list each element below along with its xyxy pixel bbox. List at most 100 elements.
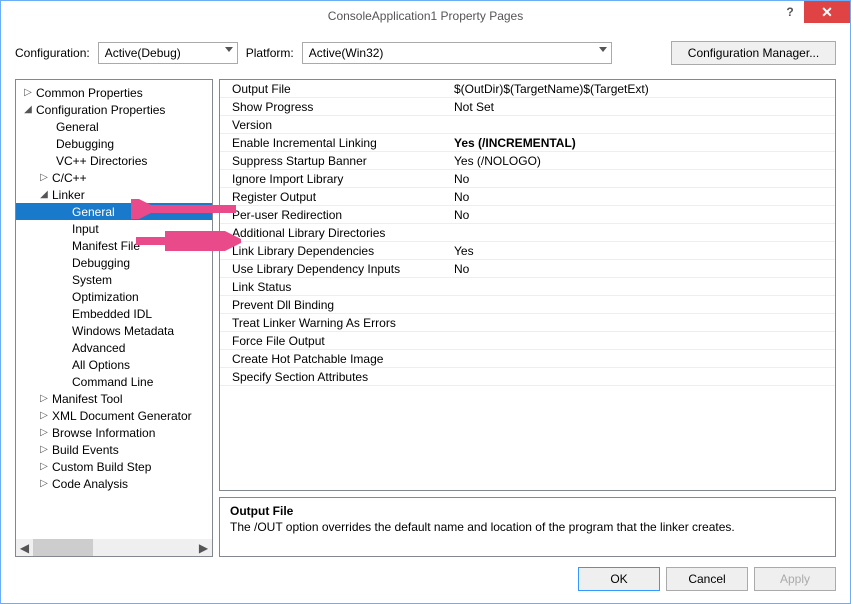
combo-configuration-value: Active(Debug) — [105, 46, 181, 60]
property-name: Create Hot Patchable Image — [220, 352, 450, 366]
property-name: Prevent Dll Binding — [220, 298, 450, 312]
property-row[interactable]: Enable Incremental LinkingYes (/INCREMEN… — [220, 134, 835, 152]
property-row[interactable]: Show ProgressNot Set — [220, 98, 835, 116]
property-row[interactable]: Additional Library Directories — [220, 224, 835, 242]
property-name: Link Library Dependencies — [220, 244, 450, 258]
description-panel: Output File The /OUT option overrides th… — [219, 497, 836, 557]
tree-item-ccpp[interactable]: ▷C/C++ — [16, 169, 212, 186]
property-name: Ignore Import Library — [220, 172, 450, 186]
tree-item-vc-directories[interactable]: VC++ Directories — [16, 152, 212, 169]
chevron-right-icon: ▷ — [38, 393, 50, 404]
window-controls: ? ✕ — [776, 1, 850, 23]
property-row[interactable]: Prevent Dll Binding — [220, 296, 835, 314]
property-row[interactable]: Output File$(OutDir)$(TargetName)$(Targe… — [220, 80, 835, 98]
tree-item-linker-input[interactable]: Input — [16, 220, 212, 237]
property-row[interactable]: Ignore Import LibraryNo — [220, 170, 835, 188]
close-button[interactable]: ✕ — [804, 1, 850, 23]
main-area: ▷Common Properties ◢Configuration Proper… — [1, 79, 850, 557]
chevron-right-icon: ▷ — [22, 87, 34, 98]
property-name: Suppress Startup Banner — [220, 154, 450, 168]
help-button[interactable]: ? — [776, 1, 804, 23]
property-name: Link Status — [220, 280, 450, 294]
configuration-manager-button[interactable]: Configuration Manager... — [671, 41, 836, 65]
property-row[interactable]: Treat Linker Warning As Errors — [220, 314, 835, 332]
property-row[interactable]: Register OutputNo — [220, 188, 835, 206]
scroll-thumb[interactable] — [33, 539, 93, 556]
scroll-right-icon[interactable]: ▶ — [195, 539, 212, 556]
description-body: The /OUT option overrides the default na… — [230, 520, 825, 534]
tree-item-linker-embedded-idl[interactable]: Embedded IDL — [16, 305, 212, 322]
tree-item-linker-windows-metadata[interactable]: Windows Metadata — [16, 322, 212, 339]
chevron-right-icon: ▷ — [38, 461, 50, 472]
tree-item-linker-optimization[interactable]: Optimization — [16, 288, 212, 305]
property-row[interactable]: Per-user RedirectionNo — [220, 206, 835, 224]
tree-item-manifest-tool[interactable]: ▷Manifest Tool — [16, 390, 212, 407]
tree-item-common-properties[interactable]: ▷Common Properties — [16, 84, 212, 101]
property-name: Output File — [220, 82, 450, 96]
property-name: Per-user Redirection — [220, 208, 450, 222]
tree-item-linker-command-line[interactable]: Command Line — [16, 373, 212, 390]
property-name: Register Output — [220, 190, 450, 204]
property-value[interactable]: Yes (/NOLOGO) — [450, 154, 835, 168]
property-value[interactable]: No — [450, 208, 835, 222]
titlebar: ConsoleApplication1 Property Pages ? ✕ — [1, 1, 850, 31]
tree-item-linker[interactable]: ◢Linker — [16, 186, 212, 203]
property-row[interactable]: Force File Output — [220, 332, 835, 350]
chevron-down-icon: ◢ — [22, 104, 34, 115]
property-row[interactable]: Link Library DependenciesYes — [220, 242, 835, 260]
tree-item-code-analysis[interactable]: ▷Code Analysis — [16, 475, 212, 492]
combo-platform[interactable]: Active(Win32) — [302, 42, 612, 64]
tree-item-configuration-properties[interactable]: ◢Configuration Properties — [16, 101, 212, 118]
tree-item-general[interactable]: General — [16, 118, 212, 135]
label-platform: Platform: — [246, 46, 294, 60]
tree-item-xml-document-generator[interactable]: ▷XML Document Generator — [16, 407, 212, 424]
property-name: Additional Library Directories — [220, 226, 450, 240]
property-row[interactable]: Specify Section Attributes — [220, 368, 835, 386]
right-panel: Output File$(OutDir)$(TargetName)$(Targe… — [219, 79, 836, 557]
property-row[interactable]: Version — [220, 116, 835, 134]
scroll-left-icon[interactable]: ◀ — [16, 539, 33, 556]
ok-button[interactable]: OK — [578, 567, 660, 591]
cancel-button[interactable]: Cancel — [666, 567, 748, 591]
tree-item-linker-debugging[interactable]: Debugging — [16, 254, 212, 271]
tree-item-debugging[interactable]: Debugging — [16, 135, 212, 152]
chevron-right-icon: ▷ — [38, 410, 50, 421]
property-name: Treat Linker Warning As Errors — [220, 316, 450, 330]
property-row[interactable]: Use Library Dependency InputsNo — [220, 260, 835, 278]
apply-button[interactable]: Apply — [754, 567, 836, 591]
property-row[interactable]: Link Status — [220, 278, 835, 296]
tree-panel: ▷Common Properties ◢Configuration Proper… — [15, 79, 213, 557]
tree-item-linker-manifest-file[interactable]: Manifest File — [16, 237, 212, 254]
property-value[interactable]: Not Set — [450, 100, 835, 114]
property-row[interactable]: Create Hot Patchable Image — [220, 350, 835, 368]
property-name: Enable Incremental Linking — [220, 136, 450, 150]
property-value[interactable]: $(OutDir)$(TargetName)$(TargetExt) — [450, 82, 835, 96]
property-row[interactable]: Suppress Startup BannerYes (/NOLOGO) — [220, 152, 835, 170]
tree: ▷Common Properties ◢Configuration Proper… — [16, 80, 212, 496]
chevron-right-icon: ▷ — [38, 172, 50, 183]
tree-horizontal-scrollbar[interactable]: ◀ ▶ — [16, 539, 212, 556]
tree-item-custom-build-step[interactable]: ▷Custom Build Step — [16, 458, 212, 475]
property-value[interactable]: Yes — [450, 244, 835, 258]
window-title: ConsoleApplication1 Property Pages — [328, 9, 523, 23]
tree-item-browse-information[interactable]: ▷Browse Information — [16, 424, 212, 441]
tree-item-linker-all-options[interactable]: All Options — [16, 356, 212, 373]
property-value[interactable]: No — [450, 172, 835, 186]
tree-item-build-events[interactable]: ▷Build Events — [16, 441, 212, 458]
chevron-down-icon — [225, 47, 233, 52]
tree-item-linker-general[interactable]: General — [16, 203, 212, 220]
property-value[interactable]: No — [450, 262, 835, 276]
tree-item-linker-advanced[interactable]: Advanced — [16, 339, 212, 356]
property-name: Show Progress — [220, 100, 450, 114]
config-row: Configuration: Active(Debug) Platform: A… — [1, 31, 850, 79]
property-value[interactable]: No — [450, 190, 835, 204]
combo-configuration[interactable]: Active(Debug) — [98, 42, 238, 64]
property-value[interactable]: Yes (/INCREMENTAL) — [450, 136, 835, 150]
chevron-right-icon: ▷ — [38, 478, 50, 489]
tree-item-linker-system[interactable]: System — [16, 271, 212, 288]
scroll-track[interactable] — [33, 539, 195, 556]
label-configuration: Configuration: — [15, 46, 90, 60]
combo-platform-value: Active(Win32) — [309, 46, 384, 60]
chevron-down-icon: ◢ — [38, 189, 50, 200]
property-name: Specify Section Attributes — [220, 370, 450, 384]
